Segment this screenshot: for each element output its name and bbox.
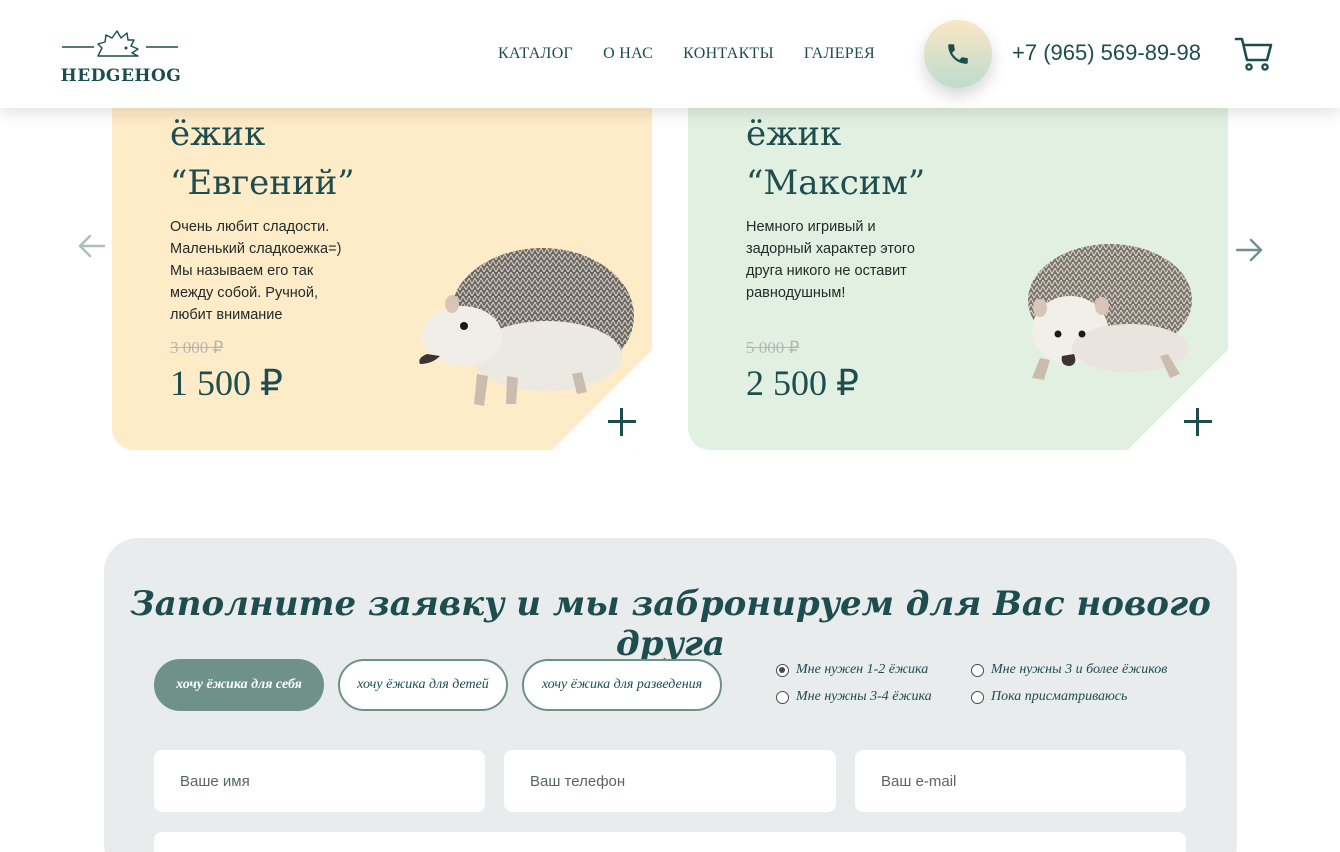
hedgehog-image <box>1028 244 1192 380</box>
phone-field[interactable] <box>504 750 836 812</box>
call-button[interactable] <box>924 20 992 88</box>
comment-field[interactable] <box>154 832 1186 852</box>
logo[interactable]: HEDGEHOG <box>60 26 182 88</box>
nav-gallery[interactable]: ГАЛЕРЕЯ <box>804 45 875 63</box>
email-field[interactable] <box>855 750 1186 812</box>
product-name: ёжик “Максим” <box>746 114 926 203</box>
price: 2 500 ₽ <box>746 363 859 403</box>
product-name: ёжик “Евгений” <box>170 114 355 203</box>
nav-catalog[interactable]: КАТАЛОГ <box>498 45 573 63</box>
cart-icon[interactable] <box>1234 36 1274 72</box>
radio-3-plus[interactable]: Мне нужны 3 и более ёжиков <box>971 662 1167 678</box>
main-nav: КАТАЛОГ О НАС КОНТАКТЫ ГАЛЕРЕЯ <box>498 45 875 63</box>
price: 1 500 ₽ <box>170 363 283 403</box>
radio-button-checked[interactable] <box>776 663 789 677</box>
plus-icon[interactable] <box>608 408 636 436</box>
phone-icon <box>948 44 968 64</box>
radio-button[interactable] <box>776 690 789 704</box>
plus-icon[interactable] <box>1184 408 1212 436</box>
name-field[interactable] <box>154 750 485 812</box>
booking-form: Заполните заявку и мы забронируем для Ва… <box>104 538 1237 852</box>
hedgehog-logo-icon <box>62 30 178 57</box>
hedgehog-image <box>419 248 634 406</box>
tab-for-kids[interactable]: хочу ёжика для детей <box>338 659 508 711</box>
old-price: 5 000 ₽ <box>746 338 800 357</box>
product-description: Очень любит сладости. Маленький сладкоеж… <box>170 219 342 323</box>
old-price: 3 000 ₽ <box>170 338 224 357</box>
product-description: Немного игривый и задорный характер этог… <box>746 219 915 301</box>
site-header: HEDGEHOG КАТАЛОГ О НАС КОНТАКТЫ ГАЛЕРЕЯ … <box>0 0 1340 108</box>
nav-contacts[interactable]: КОНТАКТЫ <box>683 45 774 63</box>
radio-button[interactable] <box>971 663 984 677</box>
nav-about[interactable]: О НАС <box>603 45 653 63</box>
product-card-evgeniy[interactable]: ёжик “Евгений” Очень любит сладости. Мал… <box>112 100 652 450</box>
phone-number[interactable]: +7 (965) 569-89-98 <box>1012 40 1201 66</box>
logo-text: HEDGEHOG <box>60 66 182 86</box>
arrow-left-icon[interactable] <box>78 232 106 260</box>
product-card-maksim[interactable]: ёжик “Максим” Немного игривый и задорный… <box>688 100 1228 450</box>
radio-looking[interactable]: Пока присматриваюсь <box>971 689 1127 705</box>
arrow-right-icon[interactable] <box>1235 236 1263 264</box>
tab-for-breeding[interactable]: хочу ёжика для разведения <box>522 659 722 711</box>
tab-for-self[interactable]: хочу ёжика для себя <box>154 659 324 711</box>
form-title: Заполните заявку и мы забронируем для Ва… <box>130 584 1211 664</box>
radio-1-2[interactable]: Мне нужен 1-2 ёжика <box>776 662 928 678</box>
radio-button[interactable] <box>971 690 984 704</box>
radio-3-4[interactable]: Мне нужны 3-4 ёжика <box>776 689 932 705</box>
